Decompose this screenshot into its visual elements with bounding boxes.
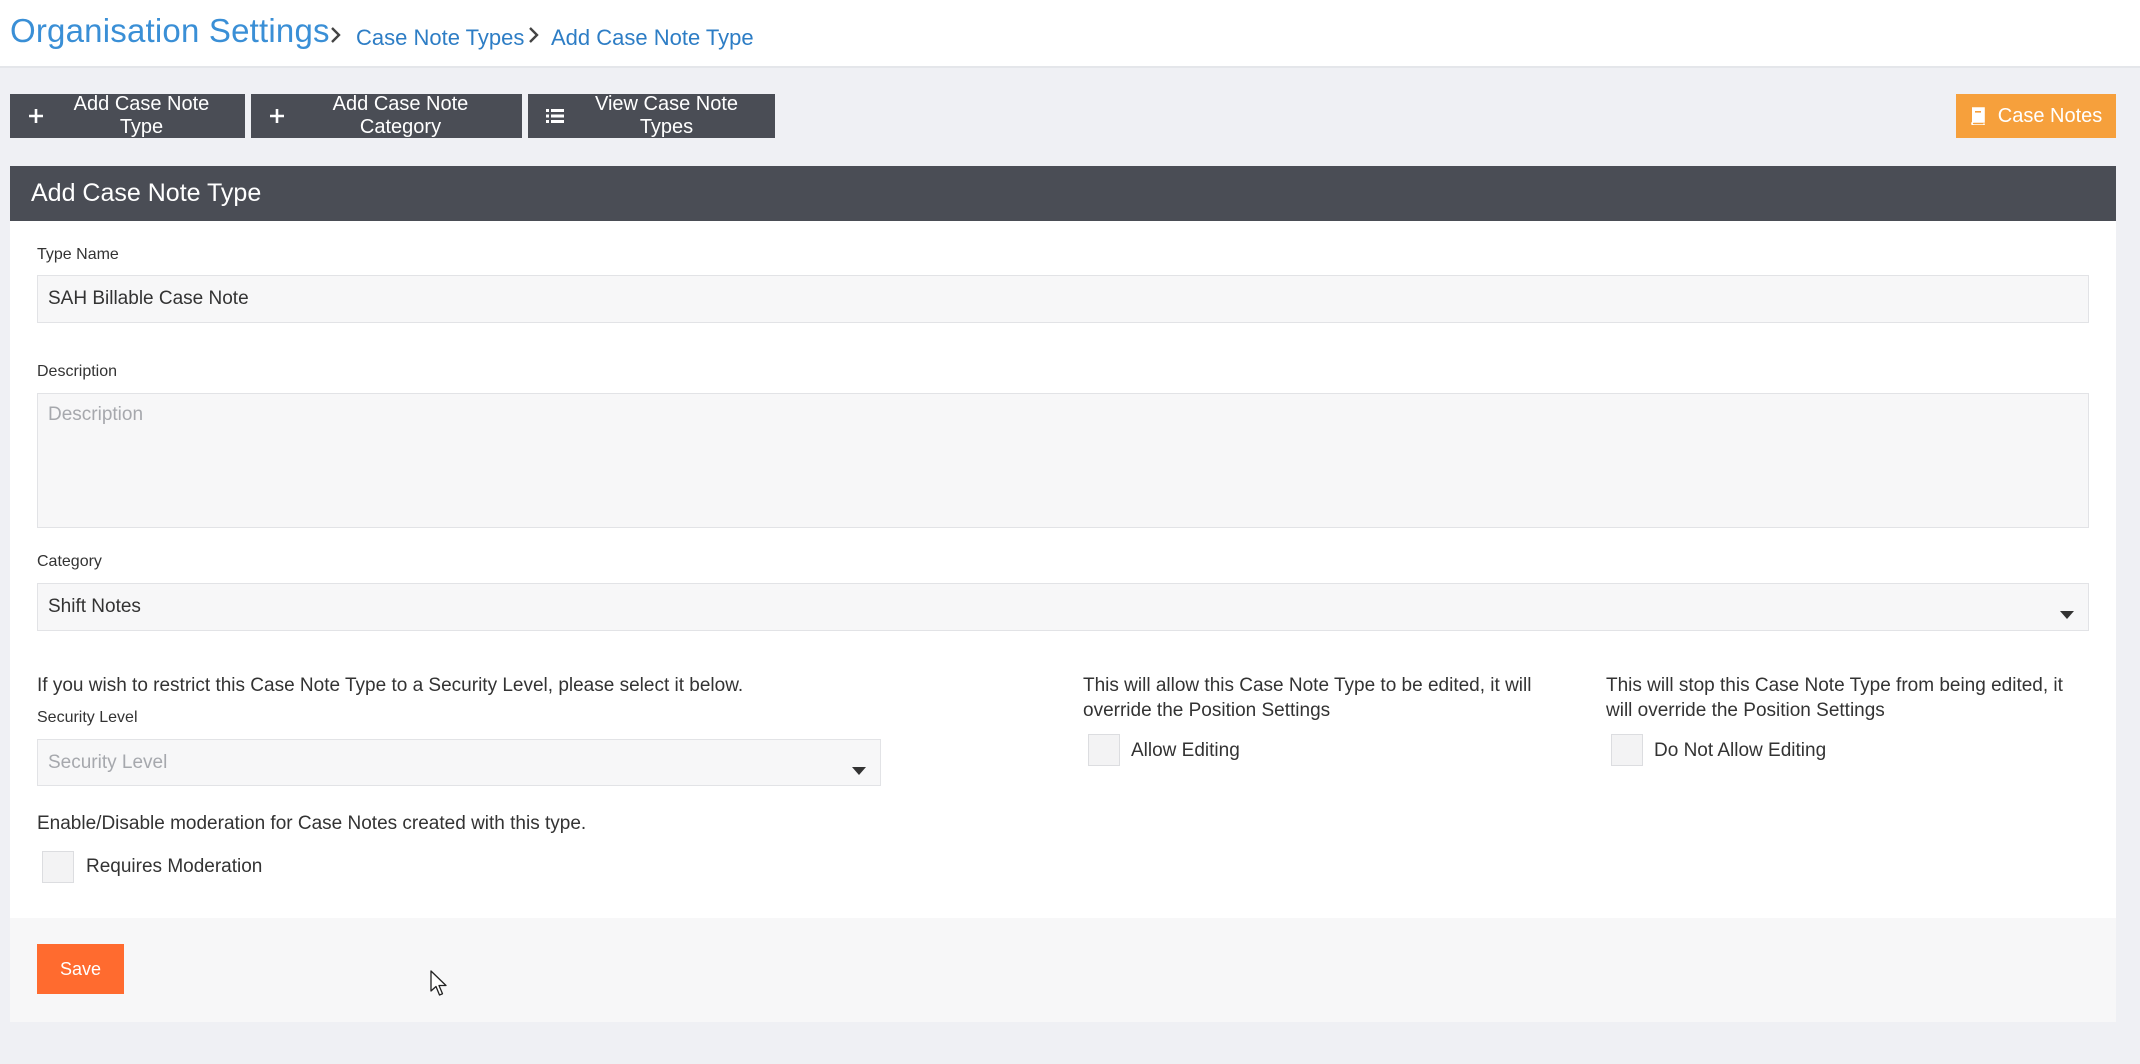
list-icon xyxy=(546,108,564,124)
requires-moderation-checkbox[interactable] xyxy=(42,851,74,883)
caret-down-icon xyxy=(852,759,866,781)
security-level-placeholder: Security Level xyxy=(48,751,168,773)
moderation-intro: Enable/Disable moderation for Case Notes… xyxy=(37,813,587,834)
category-label: Category xyxy=(37,553,102,570)
do-not-allow-editing-label[interactable]: Do Not Allow Editing xyxy=(1654,740,1826,762)
requires-moderation-label[interactable]: Requires Moderation xyxy=(86,856,262,878)
panel-title: Add Case Note Type xyxy=(10,166,2116,221)
breadcrumb-case-note-types[interactable]: Case Note Types xyxy=(356,25,524,51)
case-notes-label: Case Notes xyxy=(1997,104,2103,127)
view-case-note-types-label: View Case Note Types xyxy=(594,93,739,138)
case-notes-button[interactable]: Case Notes xyxy=(1956,94,2116,138)
view-case-note-types-button[interactable]: View Case Note Types xyxy=(528,93,775,138)
description-textarea[interactable] xyxy=(37,393,2089,528)
allow-editing-checkbox[interactable] xyxy=(1088,734,1120,766)
plus-icon xyxy=(269,108,285,124)
do-not-allow-editing-intro: This will stop this Case Note Type from … xyxy=(1606,675,2063,721)
allow-editing-intro: This will allow this Case Note Type to b… xyxy=(1083,675,1532,721)
save-button[interactable]: Save xyxy=(37,944,124,994)
mouse-cursor-icon xyxy=(430,970,450,1003)
category-value: Shift Notes xyxy=(48,596,141,617)
caret-down-icon xyxy=(2060,603,2074,625)
do-not-allow-editing-checkbox[interactable] xyxy=(1611,734,1643,766)
category-select[interactable]: Shift Notes xyxy=(37,583,2089,631)
breadcrumb-add-case-note-type[interactable]: Add Case Note Type xyxy=(551,25,754,51)
security-level-select[interactable]: Security Level xyxy=(37,739,881,786)
chevron-right-icon xyxy=(527,26,541,44)
page-title[interactable]: Organisation Settings xyxy=(10,12,330,50)
add-case-note-category-button[interactable]: Add Case Note Category xyxy=(251,93,522,138)
type-name-input[interactable] xyxy=(37,275,2089,323)
description-label: Description xyxy=(37,363,118,380)
security-level-label: Security Level xyxy=(37,709,138,726)
plus-icon xyxy=(28,108,44,124)
security-level-intro: If you wish to restrict this Case Note T… xyxy=(37,675,744,696)
book-icon xyxy=(1970,107,1986,125)
form-footer xyxy=(10,918,2116,1022)
type-name-label: Type Name xyxy=(37,246,119,263)
chevron-right-icon xyxy=(329,26,343,44)
add-case-note-type-button[interactable]: Add Case Note Type xyxy=(10,93,245,138)
add-case-note-type-label: Add Case Note Type xyxy=(73,93,210,138)
top-header: Organisation Settings Case Note Types Ad… xyxy=(0,0,2140,68)
add-case-note-category-label: Add Case Note Category xyxy=(332,93,469,138)
allow-editing-label[interactable]: Allow Editing xyxy=(1131,740,1240,762)
